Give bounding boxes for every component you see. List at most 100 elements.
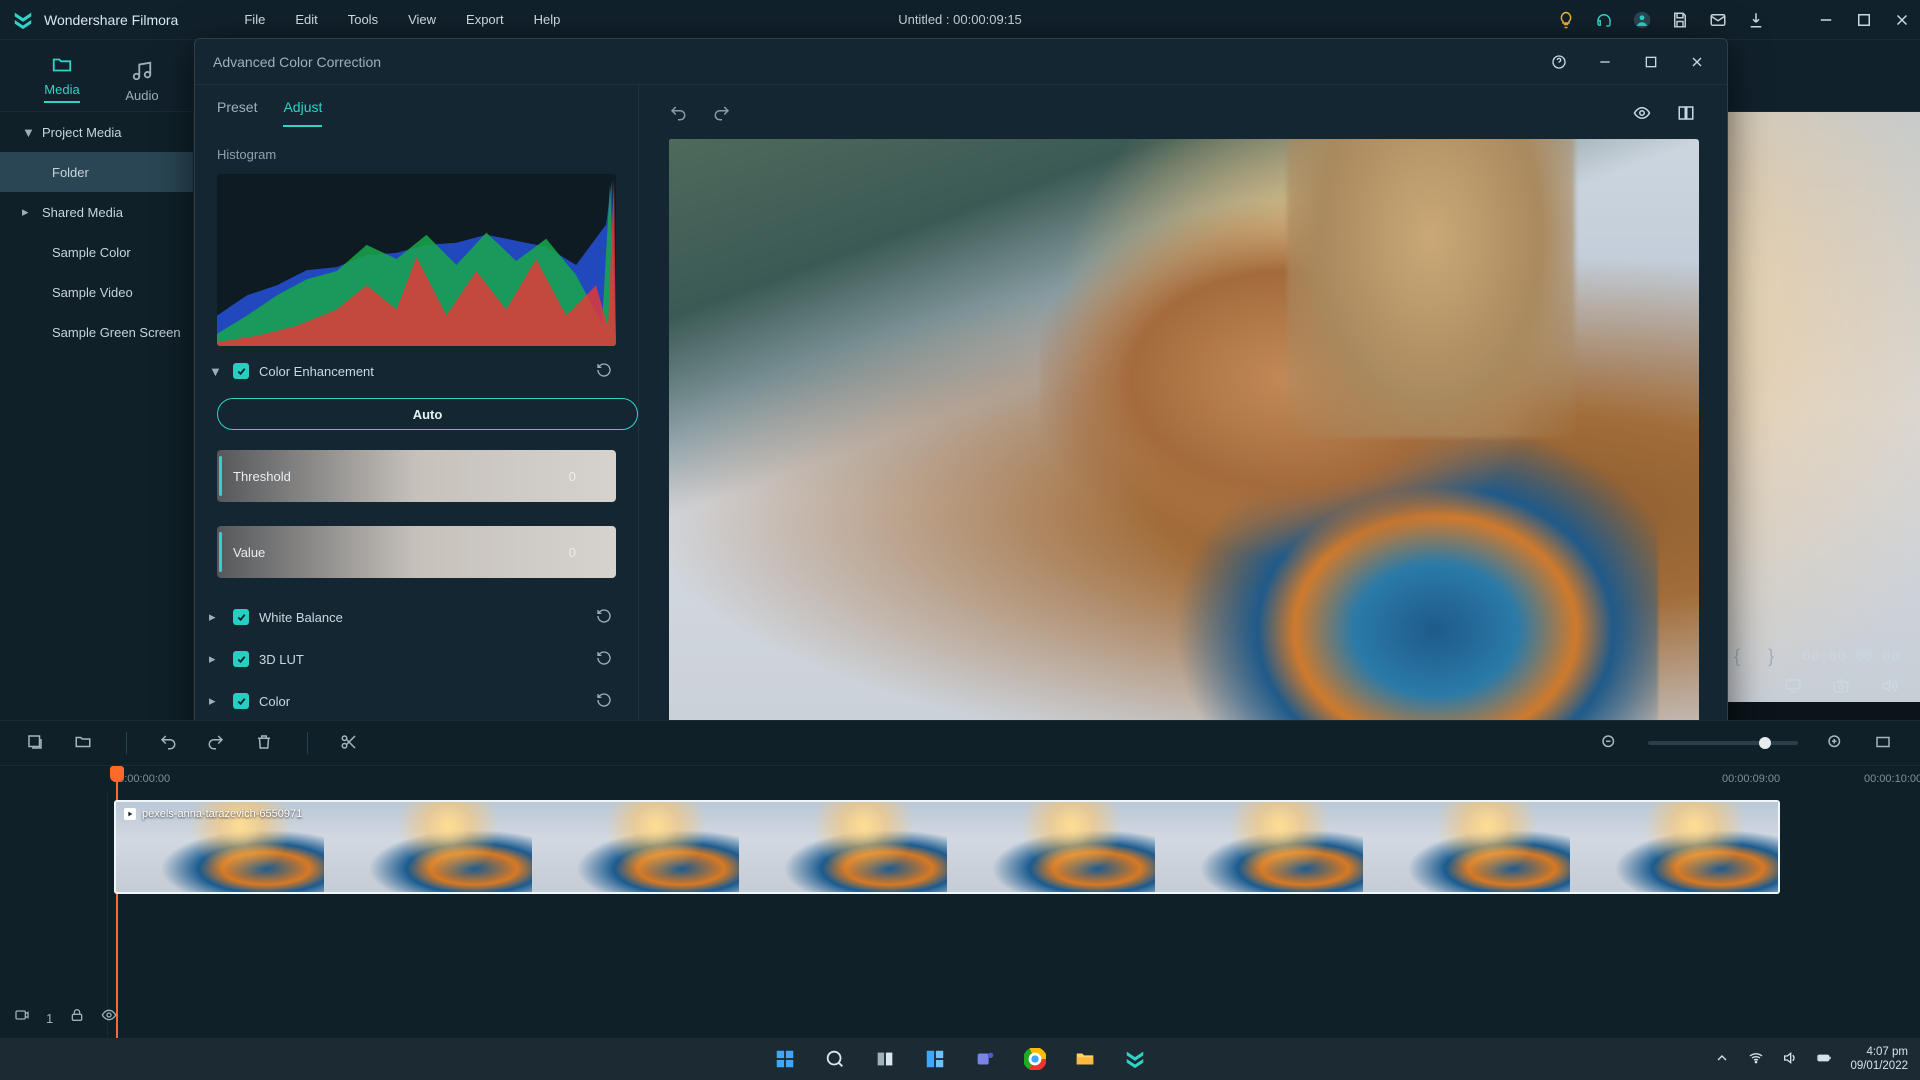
reset-icon[interactable] [596, 692, 614, 710]
timeline[interactable]: 00:00:00:00 00:00:09:00 00:00:10:00 1 pe… [0, 766, 1920, 1038]
chrome-icon[interactable] [1020, 1044, 1050, 1074]
slider-label: Value [233, 545, 265, 560]
track-body[interactable]: pexels-anna-tarazevich-6550971 [108, 792, 1920, 1038]
histogram [217, 174, 616, 346]
chevron-up-icon[interactable] [1714, 1050, 1730, 1069]
reset-icon[interactable] [596, 650, 614, 668]
sidebar-item-folder[interactable]: Folder [0, 152, 193, 192]
wifi-icon[interactable] [1748, 1050, 1764, 1069]
widgets-icon[interactable] [920, 1044, 950, 1074]
slider-value: 0 [569, 469, 576, 484]
zoom-fit-icon[interactable] [1874, 733, 1894, 753]
slider-threshold[interactable]: Threshold 0 [217, 450, 616, 502]
tab-preset[interactable]: Preset [217, 99, 257, 127]
app-logo-icon [12, 9, 34, 31]
eye-icon[interactable] [1633, 104, 1655, 126]
menu-file[interactable]: File [230, 6, 279, 33]
idea-icon[interactable] [1556, 10, 1576, 30]
modal-header: Advanced Color Correction [195, 39, 1727, 85]
tab-audio-label: Audio [125, 88, 158, 103]
zoom-out-icon[interactable] [1600, 733, 1620, 753]
section-3d-lut[interactable]: ▸ 3D LUT [195, 638, 638, 680]
zoom-in-icon[interactable] [1826, 733, 1846, 753]
filmora-taskbar-icon[interactable] [1120, 1044, 1150, 1074]
section-white-balance[interactable]: ▸ White Balance [195, 596, 638, 638]
slider-label: Threshold [233, 469, 291, 484]
window-minimize-icon[interactable] [1816, 10, 1836, 30]
redo-icon[interactable] [713, 104, 735, 126]
modal-title: Advanced Color Correction [213, 54, 381, 70]
tab-audio[interactable]: Audio [102, 60, 182, 111]
slider-value[interactable]: Value 0 [217, 526, 616, 578]
save-icon[interactable] [1670, 10, 1690, 30]
timeline-ruler[interactable]: 00:00:00:00 00:00:09:00 00:00:10:00 [0, 766, 1920, 792]
player-time: 00:00:00:00 [1802, 649, 1900, 665]
modal-close-icon[interactable] [1685, 50, 1709, 74]
clip-label: pexels-anna-tarazevich-6550971 [124, 808, 302, 820]
folder-icon [51, 54, 73, 76]
video-clip[interactable]: pexels-anna-tarazevich-6550971 [114, 800, 1780, 894]
windows-taskbar: 4:07 pm 09/01/2022 [0, 1038, 1920, 1080]
start-icon[interactable] [770, 1044, 800, 1074]
timeline-toolbar [0, 720, 1920, 766]
checkbox-icon[interactable] [233, 609, 249, 625]
undo-icon[interactable] [669, 104, 691, 126]
tab-adjust[interactable]: Adjust [283, 99, 322, 127]
mail-icon[interactable] [1708, 10, 1728, 30]
section-color[interactable]: ▸ Color [195, 680, 638, 722]
menu-view[interactable]: View [394, 6, 450, 33]
battery-icon[interactable] [1816, 1050, 1832, 1069]
titlebar-right [1556, 10, 1912, 30]
tab-media[interactable]: Media [22, 54, 102, 111]
ruler-tick: 00:00:10:00 [1864, 773, 1920, 785]
menu-export[interactable]: Export [452, 6, 518, 33]
add-media-icon[interactable] [26, 733, 46, 753]
sidebar-item-label: Folder [52, 165, 89, 180]
section-label: Color Enhancement [259, 364, 586, 379]
checkbox-icon[interactable] [233, 363, 249, 379]
sound-icon[interactable] [1782, 1050, 1798, 1069]
sidebar-group-project-media[interactable]: ▼ Project Media [0, 112, 193, 152]
menu-help[interactable]: Help [520, 6, 575, 33]
help-icon[interactable] [1547, 50, 1571, 74]
sidebar-item-sample-green[interactable]: Sample Green Screen [0, 312, 193, 352]
taskview-icon[interactable] [870, 1044, 900, 1074]
reset-icon[interactable] [596, 362, 614, 380]
download-icon[interactable] [1746, 10, 1766, 30]
sidebar-item-sample-video[interactable]: Sample Video [0, 272, 193, 312]
track-id: 1 [46, 1011, 53, 1026]
display-icon[interactable] [1784, 677, 1804, 697]
lock-icon[interactable] [69, 1007, 85, 1026]
zoom-track[interactable] [1648, 741, 1798, 745]
menu-edit[interactable]: Edit [281, 6, 331, 33]
checkbox-icon[interactable] [233, 651, 249, 667]
modal-maximize-icon[interactable] [1639, 50, 1663, 74]
delete-icon[interactable] [255, 733, 275, 753]
volume-icon[interactable] [1880, 677, 1900, 697]
window-maximize-icon[interactable] [1854, 10, 1874, 30]
section-color-enhancement[interactable]: ▼ Color Enhancement [195, 350, 638, 392]
headset-icon[interactable] [1594, 10, 1614, 30]
split-icon[interactable] [340, 733, 360, 753]
teams-icon[interactable] [970, 1044, 1000, 1074]
menu-tools[interactable]: Tools [334, 6, 392, 33]
search-icon[interactable] [820, 1044, 850, 1074]
sidebar-group-shared-media[interactable]: ▸ Shared Media [0, 192, 193, 232]
redo-icon[interactable] [207, 733, 227, 753]
window-close-icon[interactable] [1892, 10, 1912, 30]
reset-icon[interactable] [596, 608, 614, 626]
zoom-thumb[interactable] [1759, 737, 1771, 749]
tray-datetime[interactable]: 4:07 pm 09/01/2022 [1850, 1045, 1908, 1074]
undo-icon[interactable] [159, 733, 179, 753]
compare-icon[interactable] [1677, 104, 1699, 126]
explorer-icon[interactable] [1070, 1044, 1100, 1074]
menu-list: File Edit Tools View Export Help [230, 6, 574, 33]
account-icon[interactable] [1632, 10, 1652, 30]
snapshot-icon[interactable] [1832, 677, 1852, 697]
folder-open-icon[interactable] [74, 733, 94, 753]
checkbox-icon[interactable] [233, 693, 249, 709]
modal-minimize-icon[interactable] [1593, 50, 1617, 74]
track-video-icon[interactable] [14, 1007, 30, 1026]
auto-button[interactable]: Auto [217, 398, 638, 430]
sidebar-item-sample-color[interactable]: Sample Color [0, 232, 193, 272]
